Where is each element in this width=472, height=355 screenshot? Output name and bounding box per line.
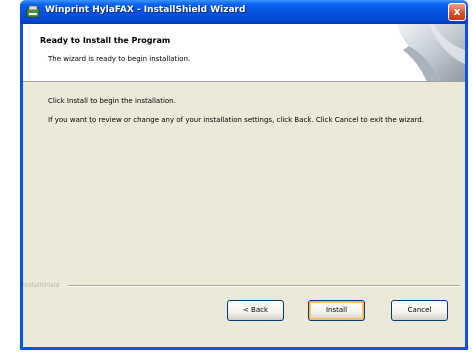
window-title: Winprint HylaFAX - InstallShield Wizard <box>45 5 246 15</box>
wizard-graphic-icon <box>397 24 465 81</box>
header-panel: Ready to Install the Program The wizard … <box>23 24 465 82</box>
back-button[interactable]: < Back <box>227 300 284 321</box>
cancel-button[interactable]: Cancel <box>391 300 448 321</box>
close-button[interactable]: x <box>448 3 466 21</box>
page-title: Ready to Install the Program <box>40 36 171 45</box>
instruction-text: Click Install to begin the installation. <box>48 97 176 105</box>
wizard-window: Winprint HylaFAX - InstallShield Wizard … <box>20 0 468 350</box>
install-button[interactable]: Install <box>308 300 365 321</box>
installshield-brand: InstallShield <box>23 282 60 289</box>
title-bar[interactable]: Winprint HylaFAX - InstallShield Wizard … <box>20 0 468 24</box>
review-text: If you want to review or change any of y… <box>48 116 424 124</box>
installer-icon <box>26 5 40 18</box>
page-subtitle: The wizard is ready to begin installatio… <box>48 55 191 63</box>
footer-divider <box>68 285 460 287</box>
